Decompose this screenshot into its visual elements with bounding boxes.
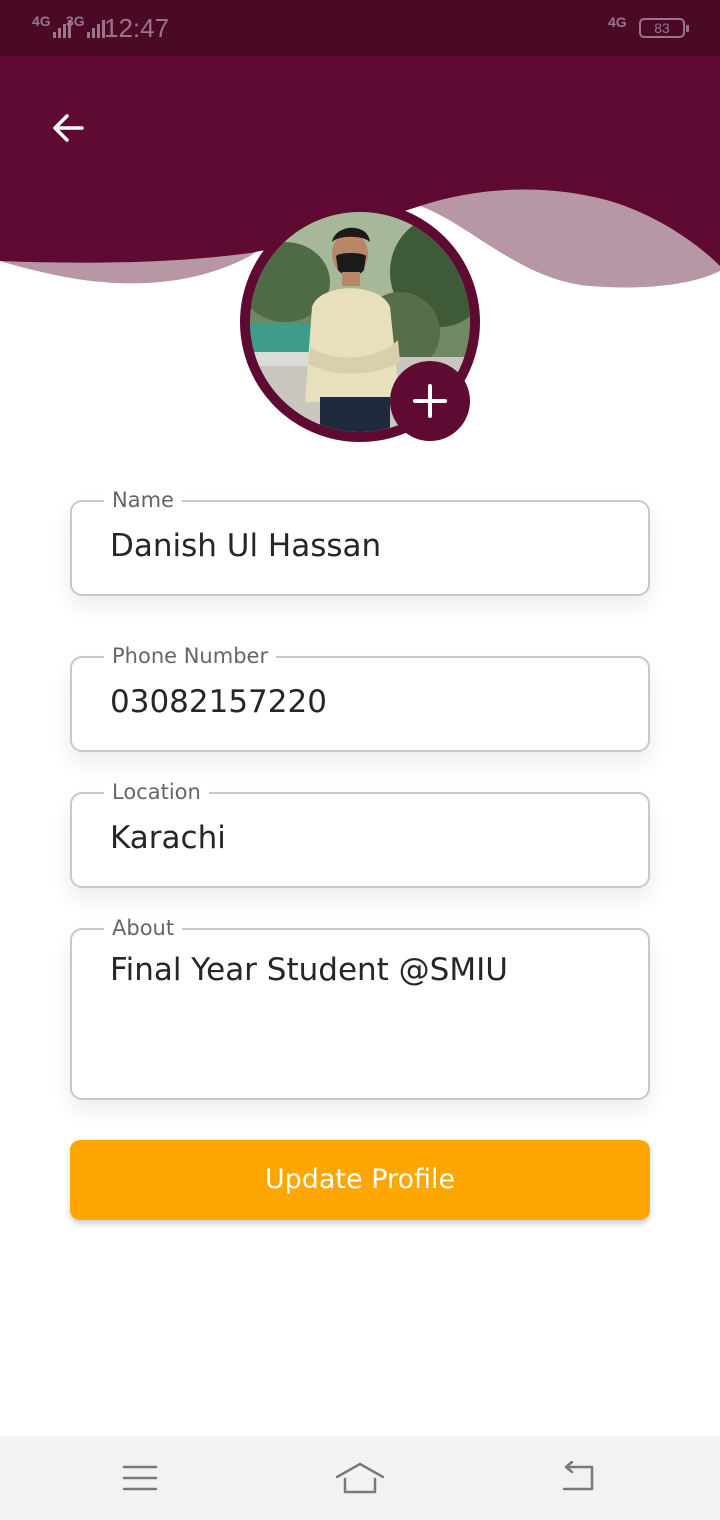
back-nav-button[interactable] [548,1456,608,1500]
battery-level: 83 [654,20,670,36]
phone-input[interactable]: 03082157220 [110,682,327,722]
location-label: Location [104,779,209,805]
menu-button[interactable] [110,1456,170,1500]
home-icon [335,1462,385,1494]
navigation-bar [0,1436,720,1520]
phone-field[interactable]: Phone Number 03082157220 [70,643,650,752]
back-icon [562,1461,594,1491]
arrow-left-icon [53,114,84,142]
clock: 12:47 [104,13,170,43]
name-input[interactable]: Danish Ul Hassan [110,526,381,566]
about-field[interactable]: About Final Year Student @SMIU [70,915,650,1100]
location-field[interactable]: Location Karachi [70,779,650,888]
plus-icon [413,384,447,418]
name-label: Name [104,487,182,513]
signal-icon: 4G [32,12,71,38]
network-type: 3G [66,13,85,29]
signal-icon: 3G [66,12,105,38]
add-photo-button[interactable] [390,361,470,441]
back-button[interactable] [42,104,94,152]
status-bar: 4G 3G 12:47 4G 83 [0,0,720,56]
about-input[interactable]: Final Year Student @SMIU [110,950,508,990]
menu-icon [122,1465,158,1491]
phone-label: Phone Number [104,643,277,669]
about-label: About [104,915,183,941]
network-type: 4G [608,14,627,30]
battery-icon: 83 [639,18,689,38]
update-profile-button[interactable]: Update Profile [70,1140,650,1220]
network-type: 4G [32,13,51,29]
name-field[interactable]: Name Danish Ul Hassan [70,487,650,596]
location-input[interactable]: Karachi [110,818,226,858]
home-button[interactable] [330,1456,390,1500]
